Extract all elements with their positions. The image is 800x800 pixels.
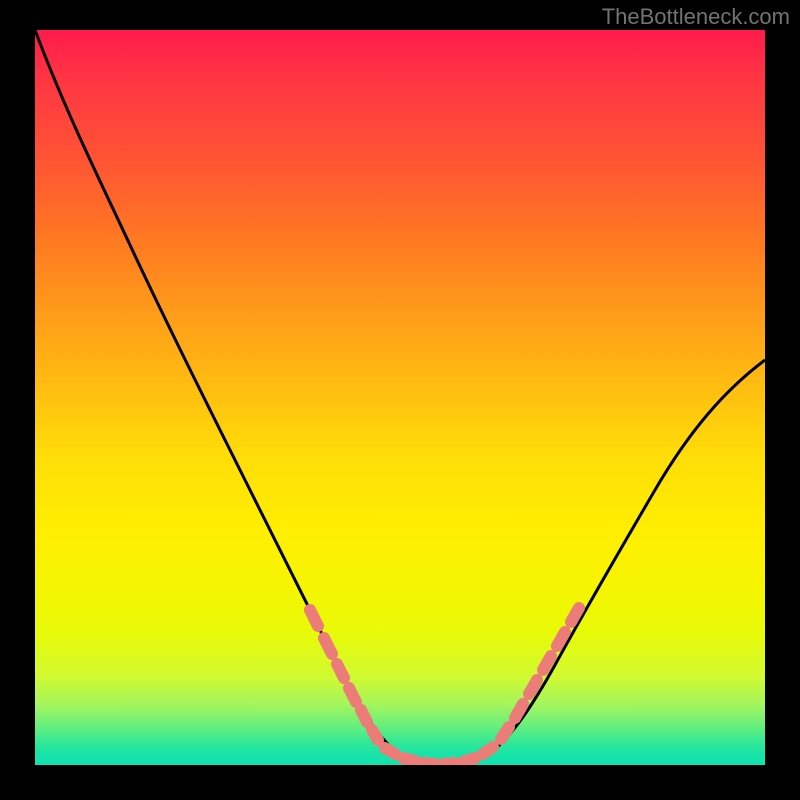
watermark-text: TheBottleneck.com [602,4,790,30]
highlight-dashes [310,608,579,764]
dash-valley-icon [423,763,435,764]
dash-valley-icon [463,758,475,762]
dash-left-icon [337,664,344,678]
bottleneck-curve-left [35,30,445,765]
dash-right-icon [571,608,579,622]
chart-container: TheBottleneck.com [0,0,800,800]
plot-area [35,30,765,765]
curve-overlay [35,30,765,765]
dash-right-icon [529,680,537,694]
dash-right-icon [543,656,551,670]
dash-left-icon [361,710,367,722]
dash-valley-icon [403,758,415,761]
dash-left-icon [324,638,332,654]
bottleneck-curve-right [445,360,765,765]
dash-valley-icon [483,747,493,754]
dash-left-icon [349,688,356,702]
dash-valley-icon [443,763,455,764]
dash-right-icon [557,632,565,646]
dash-left-icon [372,730,378,740]
dash-valley-icon [385,748,395,754]
dash-left-icon [310,610,318,626]
dash-right-icon [501,727,509,739]
dash-right-icon [515,704,523,718]
